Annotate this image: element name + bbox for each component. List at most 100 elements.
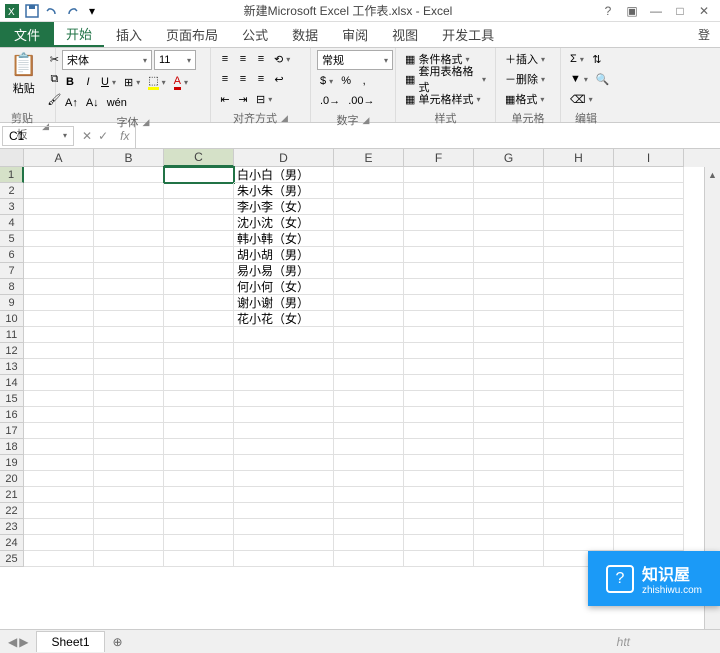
cell[interactable] (404, 471, 474, 487)
cell[interactable] (164, 359, 234, 375)
cell[interactable] (24, 471, 94, 487)
increase-indent-icon[interactable]: ⇥ (235, 90, 251, 108)
cell[interactable] (614, 519, 684, 535)
cell[interactable] (164, 167, 234, 183)
col-header-I[interactable]: I (614, 149, 684, 167)
cell[interactable] (614, 487, 684, 503)
cell[interactable] (334, 263, 404, 279)
cell[interactable] (404, 231, 474, 247)
cell[interactable] (334, 231, 404, 247)
cell[interactable] (614, 295, 684, 311)
cell[interactable] (474, 295, 544, 311)
cell[interactable] (234, 327, 334, 343)
cell[interactable] (474, 167, 544, 183)
col-header-B[interactable]: B (94, 149, 164, 167)
cell[interactable] (334, 503, 404, 519)
cell[interactable] (404, 423, 474, 439)
col-header-C[interactable]: C (164, 149, 234, 167)
cell[interactable] (94, 279, 164, 295)
cell[interactable] (404, 279, 474, 295)
row-header[interactable]: 16 (0, 407, 24, 423)
cells-area[interactable]: 白小白（男）朱小朱（男）李小李（女）沈小沈（女）韩小韩（女）胡小胡（男）易小易（… (24, 167, 684, 567)
cell[interactable] (94, 423, 164, 439)
cell[interactable] (404, 487, 474, 503)
cell[interactable] (404, 391, 474, 407)
cell[interactable] (164, 551, 234, 567)
cell[interactable] (474, 503, 544, 519)
cell[interactable] (334, 279, 404, 295)
cell[interactable] (614, 455, 684, 471)
ribbon-options-icon[interactable]: ▣ (624, 3, 640, 19)
ribbon-tab-5[interactable]: 审阅 (330, 22, 380, 47)
cell[interactable] (404, 247, 474, 263)
cell[interactable] (234, 423, 334, 439)
row-header[interactable]: 6 (0, 247, 24, 263)
phonetic-icon[interactable]: wén (104, 94, 130, 112)
cell[interactable] (94, 231, 164, 247)
cell[interactable] (334, 311, 404, 327)
cell[interactable] (614, 359, 684, 375)
cell[interactable] (164, 535, 234, 551)
cell[interactable] (614, 391, 684, 407)
cell[interactable] (614, 439, 684, 455)
cell[interactable] (544, 183, 614, 199)
cell[interactable] (94, 439, 164, 455)
format-cells-button[interactable]: ▦格式▾ (502, 90, 554, 108)
cell[interactable] (544, 503, 614, 519)
help-icon[interactable]: ? (600, 3, 616, 19)
cell[interactable] (544, 407, 614, 423)
cell[interactable] (404, 183, 474, 199)
cell[interactable] (94, 183, 164, 199)
cell[interactable] (94, 247, 164, 263)
cell[interactable] (404, 311, 474, 327)
cell[interactable] (474, 487, 544, 503)
cell[interactable] (94, 375, 164, 391)
orientation-icon[interactable]: ⟲▾ (271, 50, 293, 68)
login-link[interactable]: 登 (688, 22, 720, 47)
cell[interactable]: 花小花（女） (234, 311, 334, 327)
cell[interactable] (474, 279, 544, 295)
row-header[interactable]: 4 (0, 215, 24, 231)
cell[interactable] (404, 503, 474, 519)
cell[interactable]: 李小李（女） (234, 199, 334, 215)
cell[interactable] (404, 327, 474, 343)
cell[interactable] (614, 503, 684, 519)
cell[interactable] (474, 375, 544, 391)
cell[interactable] (544, 375, 614, 391)
qat-custom-icon[interactable]: ▾ (84, 3, 100, 19)
cell[interactable] (544, 455, 614, 471)
ribbon-tab-7[interactable]: 开发工具 (430, 22, 506, 47)
cell[interactable] (94, 167, 164, 183)
cell[interactable] (164, 423, 234, 439)
cell[interactable]: 易小易（男） (234, 263, 334, 279)
ribbon-tab-6[interactable]: 视图 (380, 22, 430, 47)
redo-icon[interactable] (64, 3, 80, 19)
cell[interactable] (24, 423, 94, 439)
cell[interactable] (24, 295, 94, 311)
cell[interactable] (474, 551, 544, 567)
cell[interactable] (164, 183, 234, 199)
scroll-up-icon[interactable]: ▲ (705, 167, 720, 183)
cell[interactable] (164, 519, 234, 535)
cell[interactable] (474, 535, 544, 551)
cell[interactable] (474, 311, 544, 327)
sort-icon[interactable]: ⇅ (589, 50, 605, 68)
cell[interactable] (234, 359, 334, 375)
cell[interactable] (164, 471, 234, 487)
cell[interactable] (164, 327, 234, 343)
comma-icon[interactable]: , (356, 72, 372, 90)
cell[interactable] (544, 487, 614, 503)
autosum-icon[interactable]: Σ▾ (567, 50, 587, 68)
cell[interactable] (164, 295, 234, 311)
cell[interactable] (334, 391, 404, 407)
row-header[interactable]: 24 (0, 535, 24, 551)
cell[interactable] (234, 535, 334, 551)
cell[interactable] (544, 391, 614, 407)
cell[interactable] (94, 359, 164, 375)
cell[interactable] (544, 311, 614, 327)
cell[interactable] (474, 247, 544, 263)
maximize-icon[interactable]: □ (672, 3, 688, 19)
excel-icon[interactable]: X (4, 3, 20, 19)
decrease-font-icon[interactable]: A↓ (83, 94, 102, 112)
cell[interactable]: 谢小谢（男） (234, 295, 334, 311)
